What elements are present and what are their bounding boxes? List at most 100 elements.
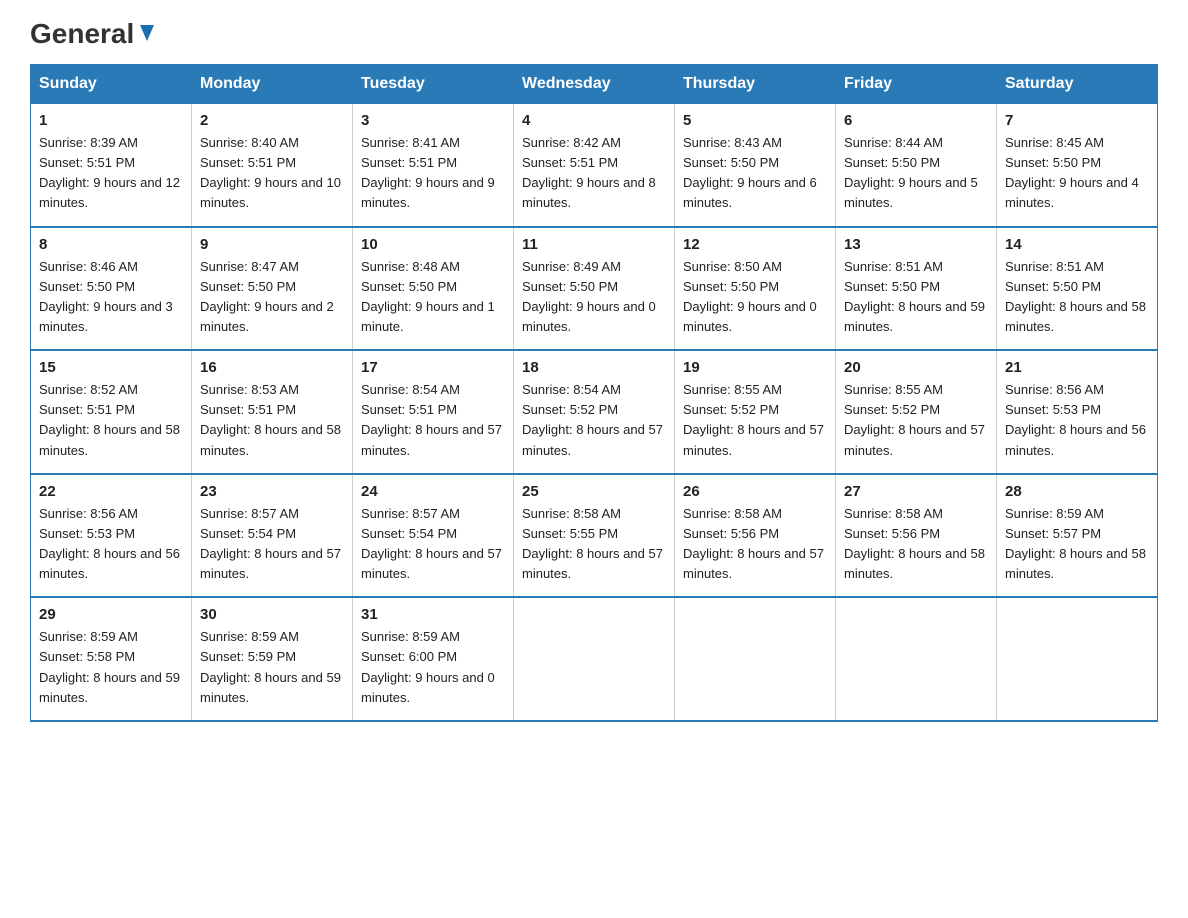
day-number: 28 <box>1005 483 1149 500</box>
day-info: Sunrise: 8:48 AM Sunset: 5:50 PM Dayligh… <box>361 257 505 338</box>
day-number: 16 <box>200 359 344 376</box>
week-row-5: 29 Sunrise: 8:59 AM Sunset: 5:58 PM Dayl… <box>31 597 1158 721</box>
calendar-cell: 23 Sunrise: 8:57 AM Sunset: 5:54 PM Dayl… <box>192 474 353 598</box>
day-number: 24 <box>361 483 505 500</box>
day-info: Sunrise: 8:41 AM Sunset: 5:51 PM Dayligh… <box>361 133 505 214</box>
day-number: 22 <box>39 483 183 500</box>
weekday-header-tuesday: Tuesday <box>353 65 514 104</box>
day-info: Sunrise: 8:59 AM Sunset: 5:58 PM Dayligh… <box>39 627 183 708</box>
day-number: 7 <box>1005 112 1149 129</box>
day-info: Sunrise: 8:45 AM Sunset: 5:50 PM Dayligh… <box>1005 133 1149 214</box>
calendar-cell: 10 Sunrise: 8:48 AM Sunset: 5:50 PM Dayl… <box>353 227 514 351</box>
calendar-cell: 8 Sunrise: 8:46 AM Sunset: 5:50 PM Dayli… <box>31 227 192 351</box>
day-info: Sunrise: 8:39 AM Sunset: 5:51 PM Dayligh… <box>39 133 183 214</box>
calendar-cell: 26 Sunrise: 8:58 AM Sunset: 5:56 PM Dayl… <box>675 474 836 598</box>
calendar-cell: 24 Sunrise: 8:57 AM Sunset: 5:54 PM Dayl… <box>353 474 514 598</box>
weekday-header-sunday: Sunday <box>31 65 192 104</box>
week-row-2: 8 Sunrise: 8:46 AM Sunset: 5:50 PM Dayli… <box>31 227 1158 351</box>
calendar-cell: 29 Sunrise: 8:59 AM Sunset: 5:58 PM Dayl… <box>31 597 192 721</box>
calendar-cell: 20 Sunrise: 8:55 AM Sunset: 5:52 PM Dayl… <box>836 350 997 474</box>
calendar-table: SundayMondayTuesdayWednesdayThursdayFrid… <box>30 64 1158 722</box>
day-info: Sunrise: 8:57 AM Sunset: 5:54 PM Dayligh… <box>200 504 344 585</box>
calendar-cell: 17 Sunrise: 8:54 AM Sunset: 5:51 PM Dayl… <box>353 350 514 474</box>
calendar-cell: 14 Sunrise: 8:51 AM Sunset: 5:50 PM Dayl… <box>997 227 1158 351</box>
day-info: Sunrise: 8:43 AM Sunset: 5:50 PM Dayligh… <box>683 133 827 214</box>
calendar-cell: 30 Sunrise: 8:59 AM Sunset: 5:59 PM Dayl… <box>192 597 353 721</box>
day-info: Sunrise: 8:55 AM Sunset: 5:52 PM Dayligh… <box>844 380 988 461</box>
day-info: Sunrise: 8:46 AM Sunset: 5:50 PM Dayligh… <box>39 257 183 338</box>
day-info: Sunrise: 8:51 AM Sunset: 5:50 PM Dayligh… <box>844 257 988 338</box>
calendar-cell: 19 Sunrise: 8:55 AM Sunset: 5:52 PM Dayl… <box>675 350 836 474</box>
calendar-cell <box>514 597 675 721</box>
day-number: 10 <box>361 236 505 253</box>
day-number: 11 <box>522 236 666 253</box>
day-info: Sunrise: 8:51 AM Sunset: 5:50 PM Dayligh… <box>1005 257 1149 338</box>
week-row-3: 15 Sunrise: 8:52 AM Sunset: 5:51 PM Dayl… <box>31 350 1158 474</box>
calendar-cell: 16 Sunrise: 8:53 AM Sunset: 5:51 PM Dayl… <box>192 350 353 474</box>
calendar-cell: 5 Sunrise: 8:43 AM Sunset: 5:50 PM Dayli… <box>675 104 836 227</box>
day-info: Sunrise: 8:42 AM Sunset: 5:51 PM Dayligh… <box>522 133 666 214</box>
day-number: 8 <box>39 236 183 253</box>
calendar-cell: 13 Sunrise: 8:51 AM Sunset: 5:50 PM Dayl… <box>836 227 997 351</box>
week-row-4: 22 Sunrise: 8:56 AM Sunset: 5:53 PM Dayl… <box>31 474 1158 598</box>
day-number: 26 <box>683 483 827 500</box>
day-info: Sunrise: 8:47 AM Sunset: 5:50 PM Dayligh… <box>200 257 344 338</box>
calendar-cell: 7 Sunrise: 8:45 AM Sunset: 5:50 PM Dayli… <box>997 104 1158 227</box>
calendar-cell <box>675 597 836 721</box>
day-info: Sunrise: 8:56 AM Sunset: 5:53 PM Dayligh… <box>1005 380 1149 461</box>
calendar-cell: 25 Sunrise: 8:58 AM Sunset: 5:55 PM Dayl… <box>514 474 675 598</box>
logo: General <box>30 20 158 44</box>
calendar-cell: 18 Sunrise: 8:54 AM Sunset: 5:52 PM Dayl… <box>514 350 675 474</box>
calendar-cell: 6 Sunrise: 8:44 AM Sunset: 5:50 PM Dayli… <box>836 104 997 227</box>
day-number: 27 <box>844 483 988 500</box>
day-info: Sunrise: 8:55 AM Sunset: 5:52 PM Dayligh… <box>683 380 827 461</box>
day-info: Sunrise: 8:40 AM Sunset: 5:51 PM Dayligh… <box>200 133 344 214</box>
calendar-cell: 3 Sunrise: 8:41 AM Sunset: 5:51 PM Dayli… <box>353 104 514 227</box>
day-info: Sunrise: 8:57 AM Sunset: 5:54 PM Dayligh… <box>361 504 505 585</box>
day-number: 14 <box>1005 236 1149 253</box>
day-number: 6 <box>844 112 988 129</box>
day-number: 9 <box>200 236 344 253</box>
calendar-cell: 28 Sunrise: 8:59 AM Sunset: 5:57 PM Dayl… <box>997 474 1158 598</box>
calendar-cell: 2 Sunrise: 8:40 AM Sunset: 5:51 PM Dayli… <box>192 104 353 227</box>
day-info: Sunrise: 8:58 AM Sunset: 5:55 PM Dayligh… <box>522 504 666 585</box>
calendar-cell: 21 Sunrise: 8:56 AM Sunset: 5:53 PM Dayl… <box>997 350 1158 474</box>
logo-general: General <box>30 20 134 48</box>
day-info: Sunrise: 8:59 AM Sunset: 5:57 PM Dayligh… <box>1005 504 1149 585</box>
calendar-cell: 22 Sunrise: 8:56 AM Sunset: 5:53 PM Dayl… <box>31 474 192 598</box>
day-number: 5 <box>683 112 827 129</box>
day-info: Sunrise: 8:59 AM Sunset: 5:59 PM Dayligh… <box>200 627 344 708</box>
day-number: 23 <box>200 483 344 500</box>
calendar-cell: 9 Sunrise: 8:47 AM Sunset: 5:50 PM Dayli… <box>192 227 353 351</box>
day-info: Sunrise: 8:50 AM Sunset: 5:50 PM Dayligh… <box>683 257 827 338</box>
day-info: Sunrise: 8:49 AM Sunset: 5:50 PM Dayligh… <box>522 257 666 338</box>
day-number: 20 <box>844 359 988 376</box>
calendar-cell: 4 Sunrise: 8:42 AM Sunset: 5:51 PM Dayli… <box>514 104 675 227</box>
weekday-header-saturday: Saturday <box>997 65 1158 104</box>
calendar-cell: 27 Sunrise: 8:58 AM Sunset: 5:56 PM Dayl… <box>836 474 997 598</box>
day-info: Sunrise: 8:53 AM Sunset: 5:51 PM Dayligh… <box>200 380 344 461</box>
day-number: 2 <box>200 112 344 129</box>
calendar-cell: 12 Sunrise: 8:50 AM Sunset: 5:50 PM Dayl… <box>675 227 836 351</box>
calendar-cell: 31 Sunrise: 8:59 AM Sunset: 6:00 PM Dayl… <box>353 597 514 721</box>
day-info: Sunrise: 8:52 AM Sunset: 5:51 PM Dayligh… <box>39 380 183 461</box>
day-number: 18 <box>522 359 666 376</box>
calendar-cell: 15 Sunrise: 8:52 AM Sunset: 5:51 PM Dayl… <box>31 350 192 474</box>
weekday-header-wednesday: Wednesday <box>514 65 675 104</box>
calendar-cell: 11 Sunrise: 8:49 AM Sunset: 5:50 PM Dayl… <box>514 227 675 351</box>
day-info: Sunrise: 8:56 AM Sunset: 5:53 PM Dayligh… <box>39 504 183 585</box>
day-number: 29 <box>39 606 183 623</box>
day-number: 21 <box>1005 359 1149 376</box>
day-number: 4 <box>522 112 666 129</box>
logo-triangle-icon <box>136 21 158 43</box>
day-number: 3 <box>361 112 505 129</box>
weekday-header-friday: Friday <box>836 65 997 104</box>
day-number: 1 <box>39 112 183 129</box>
day-number: 12 <box>683 236 827 253</box>
day-number: 15 <box>39 359 183 376</box>
day-number: 31 <box>361 606 505 623</box>
day-number: 19 <box>683 359 827 376</box>
weekday-header-row: SundayMondayTuesdayWednesdayThursdayFrid… <box>31 65 1158 104</box>
day-info: Sunrise: 8:44 AM Sunset: 5:50 PM Dayligh… <box>844 133 988 214</box>
day-info: Sunrise: 8:58 AM Sunset: 5:56 PM Dayligh… <box>844 504 988 585</box>
